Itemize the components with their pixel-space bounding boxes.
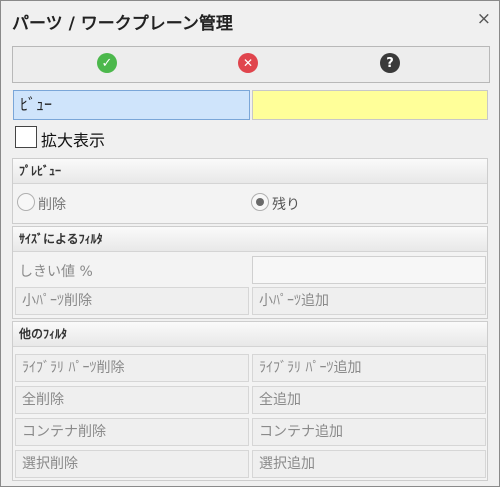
view-name-input[interactable]: ﾋﾞｭｰ (13, 90, 250, 120)
preview-keep-radio[interactable] (251, 193, 269, 211)
size-filter-header: ｻｲｽﾞによるﾌｨﾙﾀ (13, 227, 487, 252)
container-delete-button[interactable]: コンテナ削除 (15, 418, 249, 446)
preview-delete-label: 削除 (38, 197, 66, 213)
enlarge-checkbox[interactable] (15, 126, 37, 148)
selection-delete-button[interactable]: 選択削除 (15, 450, 249, 478)
threshold-label: しきい値 % (19, 264, 93, 280)
preview-keep-label: 残り (272, 197, 300, 213)
all-add-button[interactable]: 全追加 (252, 386, 486, 414)
question-circle-icon: ? (380, 53, 400, 73)
container-add-button[interactable]: コンテナ追加 (252, 418, 486, 446)
library-parts-delete-button[interactable]: ﾗｲﾌﾞﾗﾘ ﾊﾟｰﾂ削除 (15, 354, 249, 382)
other-filter-header: 他のﾌｨﾙﾀ (13, 322, 487, 347)
other-filter-section: 他のﾌｨﾙﾀ ﾗｲﾌﾞﾗﾘ ﾊﾟｰﾂ削除 ﾗｲﾌﾞﾗﾘ ﾊﾟｰﾂ追加 全削除 全… (12, 321, 488, 481)
cancel-button[interactable]: ✕ (238, 53, 260, 75)
all-delete-button[interactable]: 全削除 (15, 386, 249, 414)
parts-workplane-panel: パーツ / ワークプレーン管理 × ✓ ✕ ? ﾋﾞｭｰ 拡大表示 ﾌﾟﾚﾋﾞｭ… (0, 0, 500, 487)
small-parts-delete-button[interactable]: 小ﾊﾟｰﾂ削除 (15, 287, 249, 315)
x-circle-icon: ✕ (238, 53, 258, 73)
close-icon[interactable]: × (477, 11, 491, 28)
title-bar: パーツ / ワークプレーン管理 × (1, 1, 499, 41)
size-filter-title: ｻｲｽﾞによるﾌｨﾙﾀ (19, 232, 103, 246)
help-button[interactable]: ? (380, 53, 402, 75)
view-value-field[interactable] (252, 90, 488, 120)
small-parts-add-button[interactable]: 小ﾊﾟｰﾂ追加 (252, 287, 486, 315)
size-filter-section: ｻｲｽﾞによるﾌｨﾙﾀ しきい値 % 小ﾊﾟｰﾂ削除 小ﾊﾟｰﾂ追加 (12, 226, 488, 319)
preview-delete-radio[interactable] (17, 193, 35, 211)
radio-selected-dot (256, 198, 264, 206)
toolbar: ✓ ✕ ? (12, 46, 490, 83)
preview-header: ﾌﾟﾚﾋﾞｭｰ (13, 159, 487, 184)
window-title: パーツ / ワークプレーン管理 (12, 14, 233, 34)
threshold-input[interactable] (252, 256, 486, 284)
enlarge-label: 拡大表示 (41, 131, 106, 150)
preview-section: ﾌﾟﾚﾋﾞｭｰ 削除 残り (12, 158, 488, 224)
ok-button[interactable]: ✓ (97, 53, 119, 75)
check-circle-icon: ✓ (97, 53, 117, 73)
library-parts-add-button[interactable]: ﾗｲﾌﾞﾗﾘ ﾊﾟｰﾂ追加 (252, 354, 486, 382)
selection-add-button[interactable]: 選択追加 (252, 450, 486, 478)
other-filter-title: 他のﾌｨﾙﾀ (19, 327, 68, 341)
preview-title: ﾌﾟﾚﾋﾞｭｰ (19, 164, 62, 178)
